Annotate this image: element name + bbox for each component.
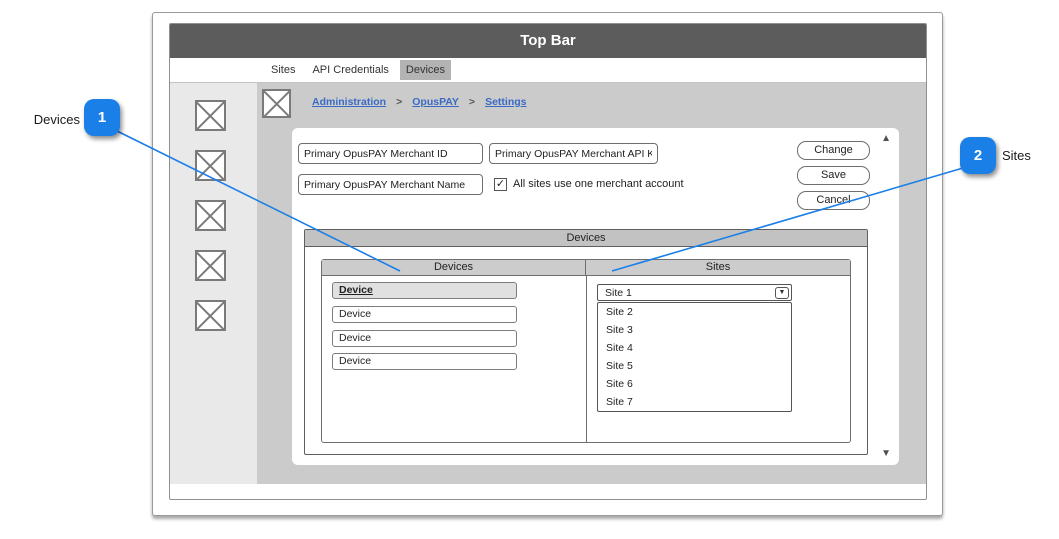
image-placeholder-icon — [195, 200, 226, 231]
callout-badge-2: 2 — [960, 137, 996, 174]
callout-label-sites: Sites — [1002, 148, 1031, 163]
site-dropdown[interactable]: Site 1 ▼ — [597, 284, 792, 301]
breadcrumb-separator: > — [469, 96, 475, 108]
top-bar: Top Bar — [170, 24, 926, 58]
device-list-item[interactable]: Device — [332, 330, 517, 347]
breadcrumb-separator: > — [396, 96, 402, 108]
scroll-down-icon[interactable]: ▼ — [881, 449, 891, 459]
tab-devices[interactable]: Devices — [400, 60, 451, 80]
site-option[interactable]: Site 7 — [598, 393, 791, 411]
devices-sites-table: Devices Sites Device Device Device Devic… — [321, 259, 851, 443]
site-option[interactable]: Site 3 — [598, 321, 791, 339]
column-divider — [586, 276, 587, 442]
all-sites-checkbox-label: All sites use one merchant account — [513, 178, 684, 190]
image-placeholder-icon — [195, 100, 226, 131]
top-bar-title: Top Bar — [520, 32, 576, 49]
device-list-item[interactable]: Device — [332, 306, 517, 323]
devices-column-header: Devices — [322, 260, 586, 275]
mockup-window-frame: Top Bar Sites API Credentials Devices Ad… — [152, 12, 943, 516]
settings-panel: ▲ ▼ ✓ All sites use one merchant account… — [292, 128, 899, 465]
site-option[interactable]: Site 2 — [598, 303, 791, 321]
merchant-api-key-field[interactable] — [489, 143, 658, 164]
devices-groupbox-title: Devices — [305, 230, 867, 247]
breadcrumb-link-administration[interactable]: Administration — [312, 96, 386, 108]
scroll-up-icon[interactable]: ▲ — [881, 134, 891, 144]
image-placeholder-icon — [195, 150, 226, 181]
image-placeholder-icon — [262, 89, 291, 118]
site-options-list: Site 2 Site 3 Site 4 Site 5 Site 6 Site … — [597, 302, 792, 412]
tab-bar: Sites API Credentials Devices — [170, 58, 926, 83]
merchant-name-field[interactable] — [298, 174, 483, 195]
breadcrumb-link-opuspay[interactable]: OpusPAY — [412, 96, 459, 108]
sidebar — [170, 83, 257, 484]
site-option[interactable]: Site 5 — [598, 357, 791, 375]
image-placeholder-icon — [195, 300, 226, 331]
image-placeholder-icon — [195, 250, 226, 281]
callout-label-devices: Devices — [10, 112, 80, 127]
sites-column-header: Sites — [586, 260, 850, 275]
main-content: Administration > OpusPAY > Settings ▲ ▼ ✓ Al… — [170, 83, 926, 484]
all-sites-checkbox[interactable]: ✓ — [494, 178, 507, 191]
breadcrumb-link-settings[interactable]: Settings — [485, 96, 526, 108]
save-button[interactable]: Save — [797, 166, 870, 185]
chevron-down-icon[interactable]: ▼ — [775, 287, 789, 299]
site-option[interactable]: Site 4 — [598, 339, 791, 357]
device-list-item[interactable]: Device — [332, 282, 517, 299]
table-header-row: Devices Sites — [322, 260, 850, 276]
device-list-item[interactable]: Device — [332, 353, 517, 370]
breadcrumb: Administration > OpusPAY > Settings — [312, 96, 536, 108]
site-option[interactable]: Site 6 — [598, 375, 791, 393]
tab-sites[interactable]: Sites — [265, 60, 301, 80]
change-button[interactable]: Change — [797, 141, 870, 160]
tab-api-credentials[interactable]: API Credentials — [306, 60, 394, 80]
merchant-id-field[interactable] — [298, 143, 483, 164]
app-screen: Top Bar Sites API Credentials Devices Ad… — [169, 23, 927, 500]
devices-groupbox: Devices Devices Sites Device Device Devi… — [304, 229, 868, 455]
callout-badge-1: 1 — [84, 99, 120, 136]
site-dropdown-value: Site 1 — [605, 287, 775, 299]
cancel-button[interactable]: Cancel — [797, 191, 870, 210]
